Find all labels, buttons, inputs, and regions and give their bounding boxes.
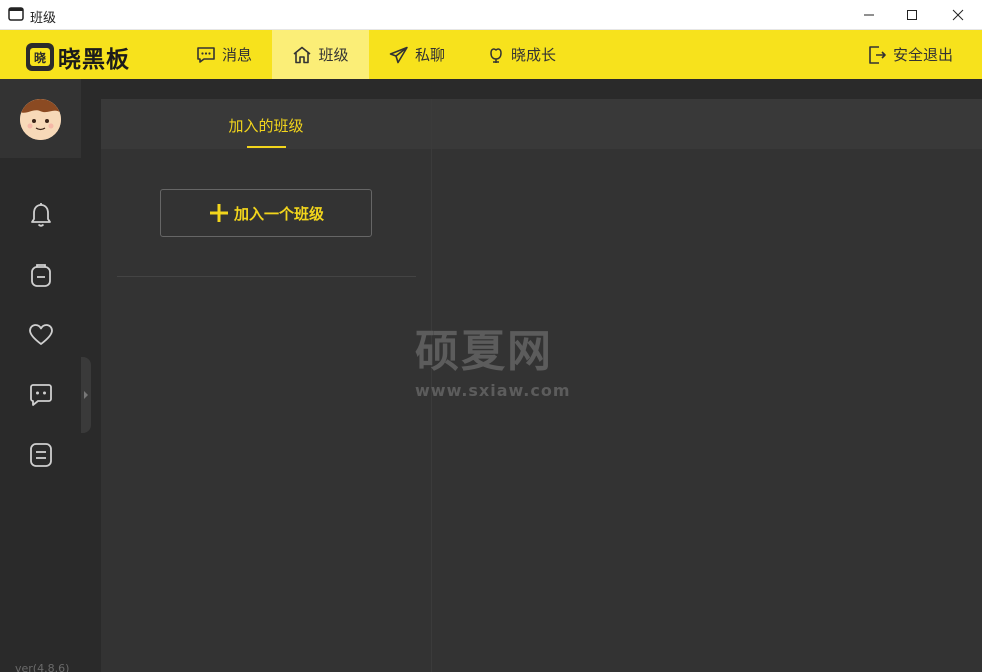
class-list-panel: 加入的班级 加入一个班级 <box>101 99 431 672</box>
join-class-button[interactable]: 加入一个班级 <box>160 189 372 237</box>
sidebar-favorites[interactable] <box>27 321 55 349</box>
nav-growth-label: 晓成长 <box>511 46 557 64</box>
sidebar-notes[interactable] <box>27 441 55 469</box>
chat-bot-icon <box>30 384 52 406</box>
maximize-icon <box>907 10 917 20</box>
maximize-button[interactable] <box>889 0 935 30</box>
watermark-cn: 硕夏网 <box>415 326 553 377</box>
logout-button[interactable]: 安全退出 <box>867 30 953 79</box>
tab-joined-classes[interactable]: 加入的班级 <box>101 115 431 136</box>
detail-header <box>432 99 982 149</box>
chevron-right-icon <box>84 391 88 399</box>
app-logo: 晓 晓黑板 <box>26 40 130 74</box>
minimize-icon <box>864 14 874 16</box>
nav-private-chat[interactable]: 私聊 <box>389 30 445 79</box>
watermark: 硕夏网 www.sxiaw.com <box>415 315 571 400</box>
home-icon <box>293 46 311 63</box>
bell-icon <box>31 203 51 227</box>
sidebar-collapse-handle[interactable] <box>81 357 91 433</box>
close-button[interactable] <box>935 0 981 30</box>
panel-header: 加入的班级 <box>101 99 431 149</box>
sidebar-notifications[interactable] <box>27 201 55 229</box>
join-class-label: 加入一个班级 <box>233 204 324 223</box>
sidebar-homework[interactable] <box>27 261 55 289</box>
sidebar-assistant[interactable] <box>27 381 55 409</box>
left-sidebar: ver(4.8.6) <box>0 79 81 672</box>
logout-icon <box>869 45 886 64</box>
nav-growth[interactable]: 晓成长 <box>487 30 556 79</box>
avatar[interactable] <box>20 99 61 140</box>
tab-active-indicator <box>247 146 286 148</box>
panel-divider <box>117 276 416 277</box>
app-icon <box>8 7 24 21</box>
send-icon <box>389 46 408 63</box>
top-nav-bar: 晓 晓黑板 消息 班级 私聊 晓成长 安全退出 <box>0 30 982 79</box>
svg-text:晓: 晓 <box>34 50 46 65</box>
message-icon <box>197 46 215 63</box>
version-label: ver(4.8.6) <box>15 662 70 672</box>
note-icon <box>30 443 52 467</box>
title-bar: 班级 <box>0 0 982 30</box>
watermark-en: www.sxiaw.com <box>415 381 571 400</box>
window-title: 班级 <box>30 11 57 26</box>
close-icon <box>952 9 964 21</box>
backpack-icon <box>31 264 51 287</box>
logo-icon: 晓 <box>26 43 54 71</box>
logout-label: 安全退出 <box>893 46 954 64</box>
heart-icon <box>29 324 53 345</box>
nav-messages[interactable]: 消息 <box>196 30 252 79</box>
nav-class[interactable]: 班级 <box>272 30 369 79</box>
nav-private-chat-label: 私聊 <box>415 46 446 64</box>
avatar-area <box>0 79 81 158</box>
nav-class-label: 班级 <box>318 46 349 64</box>
nav-messages-label: 消息 <box>222 46 253 64</box>
plus-icon <box>209 204 228 222</box>
growth-icon <box>490 47 502 63</box>
content-top-gap <box>81 79 982 99</box>
logo-text: 晓黑板 <box>58 47 130 73</box>
minimize-button[interactable] <box>846 0 892 30</box>
